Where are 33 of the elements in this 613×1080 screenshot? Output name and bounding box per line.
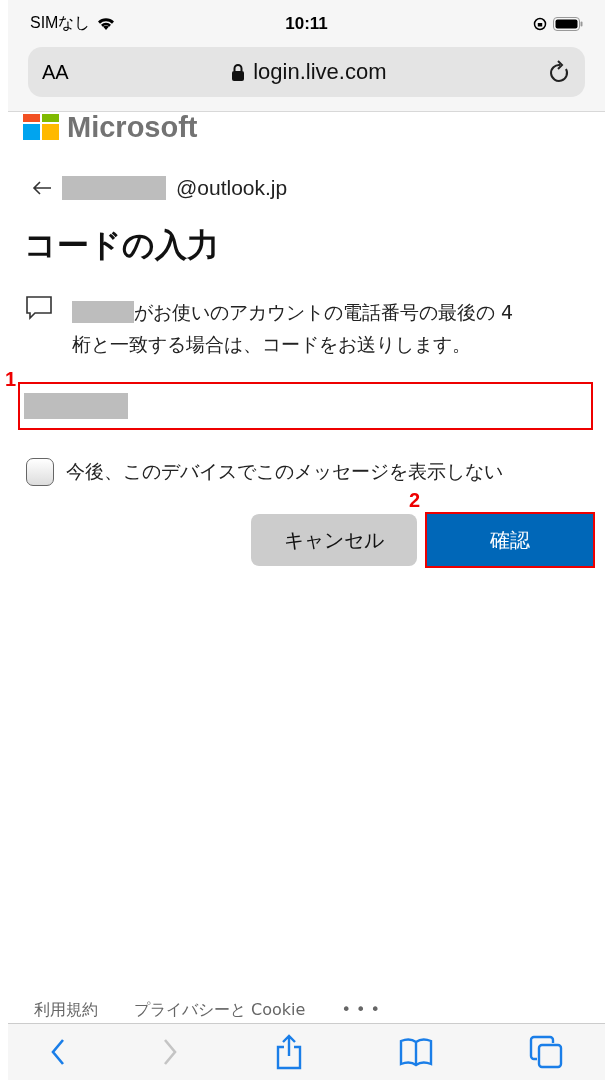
annotation-number: 2 — [409, 489, 421, 512]
address-bar[interactable]: AA login.live.com — [28, 47, 585, 97]
message-text: 桁と一致する場合は、コードをお送りします。 — [72, 332, 471, 357]
brand-name: Microsoft — [67, 110, 198, 144]
carrier-label: SIMなし — [30, 13, 91, 33]
tabs-icon[interactable] — [529, 1035, 563, 1069]
checkbox-label: 今後、このデバイスでこのメッセージを表示しない — [66, 459, 503, 484]
code-input-field[interactable] — [18, 382, 593, 430]
checkbox[interactable] — [26, 458, 54, 486]
logo-icon — [23, 114, 59, 140]
book-icon[interactable] — [398, 1037, 433, 1067]
footer-link[interactable]: プライバシーと Cookie — [134, 1000, 306, 1021]
battery-icon — [553, 16, 583, 31]
footer-link[interactable]: • • • — [341, 1000, 380, 1021]
rotation-lock-icon — [533, 16, 547, 31]
wifi-icon — [96, 16, 117, 31]
back-arrow-icon[interactable] — [32, 181, 52, 195]
status-time: 10:11 — [285, 13, 328, 34]
annotation-number: 1 — [5, 368, 17, 391]
message-text: がお使いのアカウントの電話番号の最後の 4 — [134, 300, 514, 325]
confirm-button[interactable]: 確認 — [427, 514, 593, 566]
back-icon[interactable] — [50, 1038, 66, 1066]
reload-icon[interactable] — [549, 60, 571, 84]
speech-bubble-icon — [26, 296, 52, 320]
footer-link[interactable]: 利用規約 — [34, 1000, 98, 1021]
url-text: login.live.com — [253, 59, 387, 85]
page-title: コードの入力 — [24, 225, 220, 266]
lock-icon — [231, 63, 246, 81]
cancel-button[interactable]: キャンセル — [251, 514, 417, 566]
email-suffix: @outlook.jp — [176, 176, 288, 200]
text-size-button[interactable]: AA — [42, 60, 69, 84]
share-icon[interactable] — [274, 1034, 303, 1070]
redaction-block — [72, 301, 134, 323]
